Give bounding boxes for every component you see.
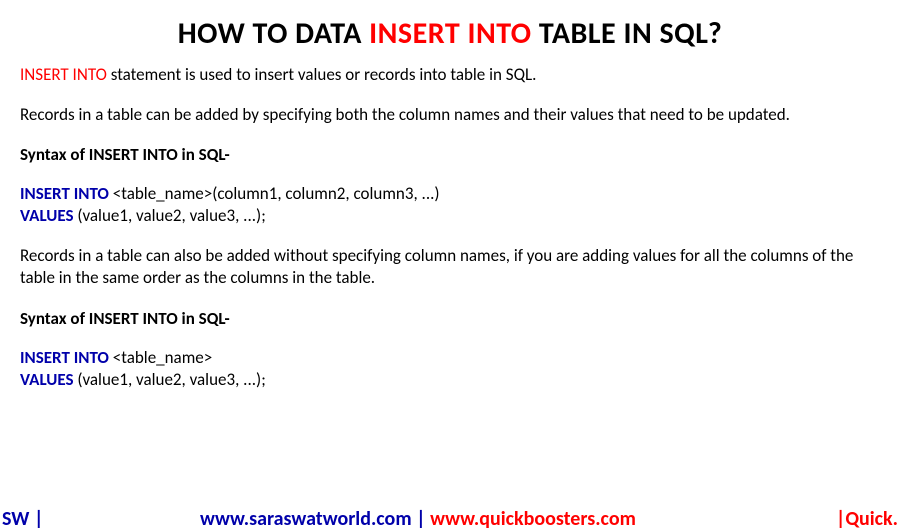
- title-suffix: TABLE IN SQL?: [532, 15, 723, 52]
- code1-line1-rest: <table_name>(column1, column2, column3, …: [109, 183, 440, 204]
- paragraph-3: Records in a table can also be added wit…: [20, 245, 880, 289]
- footer-center: www.saraswatworld.com | www.quickbooster…: [200, 507, 636, 531]
- paragraph-2: Records in a table can be added by speci…: [20, 104, 880, 126]
- footer-right: |Quick.: [836, 507, 898, 531]
- syntax-heading-1: Syntax of INSERT INTO in SQL-: [20, 144, 880, 165]
- footer-url-1: www.saraswatworld.com |: [200, 507, 430, 531]
- code1-line1: INSERT INTO <table_name>(column1, column…: [20, 183, 880, 205]
- page-title: HOW TO DATA INSERT INTO TABLE IN SQL?: [20, 15, 880, 52]
- code2-line1-rest: <table_name>: [109, 347, 212, 368]
- code-block-2: INSERT INTO <table_name> VALUES (value1,…: [20, 347, 880, 391]
- footer-left: SW |: [2, 507, 43, 531]
- insert-into-kw-2: INSERT INTO: [20, 347, 109, 368]
- intro-paragraph: INSERT INTO statement is used to insert …: [20, 64, 880, 86]
- values-kw: VALUES: [20, 205, 73, 226]
- title-highlight: INSERT INTO: [369, 15, 531, 52]
- footer-url-2: www.quickboosters.com: [430, 507, 636, 531]
- document-body: HOW TO DATA INSERT INTO TABLE IN SQL? IN…: [0, 0, 900, 391]
- code2-line2: VALUES (value1, value2, value3, ...);: [20, 369, 880, 391]
- code1-line2: VALUES (value1, value2, value3, ...);: [20, 205, 880, 227]
- insert-into-keyword: INSERT INTO: [20, 64, 107, 85]
- insert-into-kw: INSERT INTO: [20, 183, 109, 204]
- code-block-1: INSERT INTO <table_name>(column1, column…: [20, 183, 880, 227]
- code2-line1: INSERT INTO <table_name>: [20, 347, 880, 369]
- syntax-heading-2: Syntax of INSERT INTO in SQL-: [20, 308, 880, 329]
- title-prefix: HOW TO DATA: [178, 15, 369, 52]
- intro-rest: statement is used to insert values or re…: [107, 64, 537, 85]
- values-kw-2: VALUES: [20, 369, 73, 390]
- code2-line2-rest: (value1, value2, value3, ...);: [73, 369, 265, 390]
- code1-line2-rest: (value1, value2, value3, ...);: [73, 205, 265, 226]
